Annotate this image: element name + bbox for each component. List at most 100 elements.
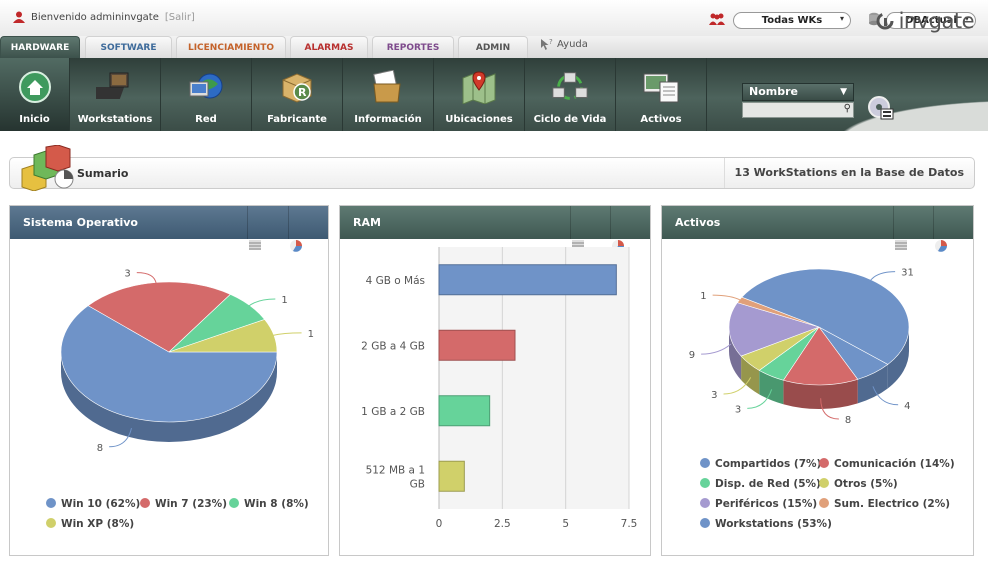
workstation-filter-value: Todas WKs [761, 15, 823, 26]
panel-sistema-operativo: Sistema Operativo 8 3 1 1 Win 10 (62%) Win 7 … [9, 205, 329, 556]
y-category-label: 1 GB a 2 GB [361, 406, 425, 418]
nav-label: Ubicaciones [445, 114, 513, 125]
search-input[interactable]: ⚲ [742, 102, 854, 118]
summary-title: Sumario [77, 167, 129, 180]
legend-label: Otros (5%) [834, 478, 898, 490]
help-link[interactable]: ? Ayuda [540, 38, 588, 51]
legend-label: Periféricos (15%) [715, 498, 817, 510]
legend-swatch [819, 478, 829, 488]
pie-leader-line [712, 294, 742, 301]
nav-label: Workstations [77, 114, 153, 125]
invgate-logo: invgate [875, 9, 975, 33]
workstation-count: 13 WorkStations en la Base de Datos [723, 158, 974, 188]
help-cursor-icon: ? [541, 38, 553, 50]
workstation-filter-select[interactable]: Todas WKs ▾ [733, 12, 851, 29]
top-bar: Bienvenido admininvgate [Salir] Todas WK… [0, 0, 988, 36]
pie-value-label: 1 [700, 291, 706, 302]
legend-label: Win 8 (8%) [244, 498, 309, 510]
pie-value-label: 3 [124, 269, 130, 280]
tab-alarmas[interactable]: ALARMAS [290, 36, 368, 58]
nav-label: Información [354, 114, 422, 125]
legend-swatch [46, 498, 56, 508]
x-tick-label: 0 [436, 518, 443, 530]
triangle-down-icon: ▼ [840, 87, 847, 97]
chart-view-button[interactable] [610, 206, 650, 252]
ram-bar [438, 264, 617, 296]
manufacturer-box-icon: R [282, 73, 312, 103]
tab-label: HARDWARE [10, 42, 70, 53]
welcome-area: Bienvenido admininvgate [Salir] [13, 11, 195, 23]
table-view-button[interactable] [893, 206, 933, 251]
tab-label: SOFTWARE [100, 42, 157, 53]
panel-header: RAM [340, 206, 650, 252]
legend-swatch [140, 498, 150, 508]
chart-view-button[interactable] [933, 206, 973, 252]
legend-swatch [46, 518, 56, 528]
legend-label: Compartidos (7%) [715, 458, 821, 470]
pie-value-label: 1 [281, 295, 287, 306]
y-category-label: 4 GB o Más [366, 275, 425, 287]
pie-leader-line [701, 343, 732, 355]
y-category-label: 512 MB a 1 [366, 464, 425, 476]
nav-item-activos[interactable]: Activos [616, 58, 707, 131]
legend-swatch [700, 498, 710, 508]
home-icon [18, 71, 51, 103]
help-label: Ayuda [557, 39, 588, 50]
nav-item-ciclo-de-vida[interactable]: Ciclo de Vida [525, 58, 616, 131]
tab-admin[interactable]: ADMIN [458, 36, 528, 58]
ram-bar [438, 395, 491, 427]
chart-view-button[interactable] [288, 206, 328, 252]
tab-software[interactable]: SOFTWARE [85, 36, 172, 58]
nav-item-ubicaciones[interactable]: Ubicaciones [434, 58, 525, 131]
logout-link[interactable]: [Salir] [165, 12, 195, 23]
nav-item-inicio[interactable]: Inicio [0, 58, 70, 131]
table-view-button[interactable] [570, 206, 610, 251]
map-pin-icon [462, 71, 496, 104]
welcome-text: Bienvenido admininvgate [31, 11, 159, 23]
tab-label: LICENCIAMIENTO [187, 42, 275, 53]
summary-bar: Sumario 13 WorkStations en la Base de Da… [9, 145, 975, 191]
pie-value-label: 3 [735, 404, 741, 415]
nav-item-workstations[interactable]: Workstations [70, 58, 161, 131]
tab-reportes[interactable]: REPORTES [372, 36, 454, 58]
legend-label: Workstations (53%) [715, 518, 832, 530]
tab-hardware[interactable]: HARDWARE [0, 36, 80, 58]
nav-label: Red [195, 114, 217, 125]
pie-leader-line [247, 298, 276, 307]
legend-label: Comunicación (14%) [834, 458, 955, 470]
legend-swatch [819, 498, 829, 508]
svg-text:?: ? [549, 38, 553, 46]
nav-item-informacion[interactable]: Información [343, 58, 434, 131]
pie-value-label: 8 [97, 443, 103, 454]
svg-text:R: R [298, 86, 307, 99]
user-icon [13, 11, 25, 23]
assets-pie-chart: 4 8 3 3 9 1 31 Compartidos (7%) Comunicación (14… [689, 268, 955, 530]
nav-label: Inicio [19, 114, 50, 125]
ram-bar-chart: 0 2.5 5 7.5 4 GB o Más 2 GB a 4 GB 1 GB a 2 GB… [361, 247, 637, 530]
nav-item-fabricante[interactable]: R Fabricante [252, 58, 343, 131]
chevron-down-icon: ▾ [839, 14, 844, 23]
legend-label: Win 10 (62%) [61, 498, 140, 510]
search-field-select[interactable]: Nombre ▼ [742, 83, 854, 101]
nav-item-red[interactable]: Red [161, 58, 252, 131]
cd-export-icon[interactable] [867, 95, 895, 123]
x-tick-label: 5 [562, 518, 569, 530]
nav-label: Fabricante [267, 114, 327, 125]
search-icon[interactable]: ⚲ [844, 103, 851, 114]
ram-bar [438, 460, 465, 492]
legend-label: Disp. de Red (5%) [715, 478, 821, 490]
panel-title: RAM [353, 216, 381, 229]
invgate-logo-icon [876, 12, 894, 30]
panel-ram: RAM 0 2.5 5 7.5 4 GB o Más 2 GB a 4 GB 1 GB a … [339, 205, 651, 556]
table-view-button[interactable] [247, 206, 287, 251]
pie-leader-line [271, 332, 302, 337]
information-folder-icon [373, 70, 401, 103]
y-category-label: GB [410, 478, 425, 490]
pie-value-label: 31 [901, 268, 914, 279]
nav-label: Activos [640, 114, 682, 125]
legend-swatch [700, 458, 710, 468]
tab-licenciamiento[interactable]: LICENCIAMIENTO [176, 36, 286, 58]
legend-swatch [700, 518, 710, 528]
tab-label: ADMIN [475, 42, 511, 53]
assets-icon [643, 73, 679, 103]
